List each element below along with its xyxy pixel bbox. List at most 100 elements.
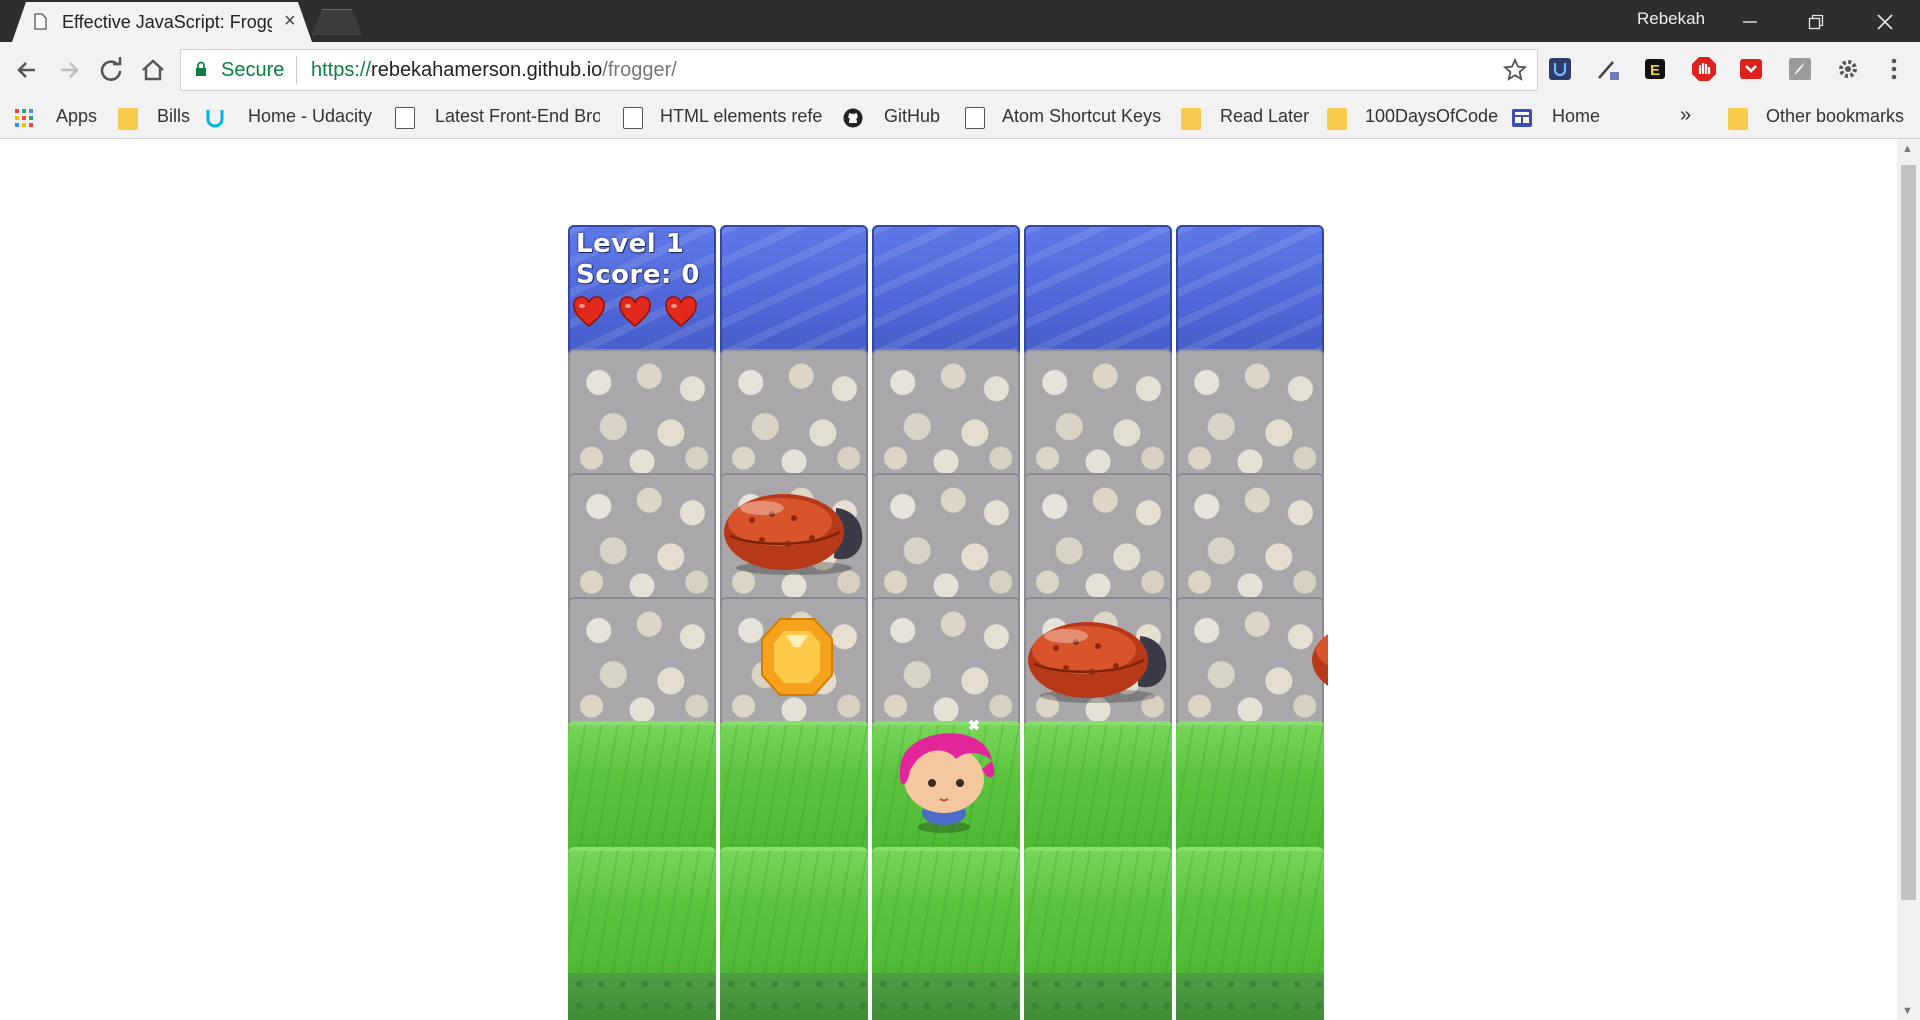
- address-bar[interactable]: Secure https://rebekahamerson.github.io/…: [180, 49, 1538, 91]
- udacity-icon: [206, 110, 224, 128]
- title-bar: Effective JavaScript: Frogger × Rebekah: [0, 0, 1920, 42]
- bookmark-html-elements[interactable]: HTML elements refe: [620, 106, 822, 130]
- bookmark-home-udacity[interactable]: Home - Udacity: [205, 106, 375, 130]
- github-icon: [843, 108, 863, 128]
- bookmark-apps[interactable]: Apps: [14, 106, 104, 130]
- game-canvas[interactable]: Level 1 Score: 0: [568, 225, 1328, 1020]
- stone-tile: [872, 473, 1020, 603]
- url-host: rebekahamerson.github.io: [371, 59, 603, 81]
- back-arrow-icon[interactable]: [11, 54, 43, 86]
- water-tile: [1176, 225, 1324, 355]
- bookmark-atom-shortcut-keys[interactable]: Atom Shortcut Keys: [962, 106, 1162, 130]
- url-scheme: https://: [311, 59, 372, 81]
- settings-gear-icon[interactable]: [1835, 56, 1861, 82]
- bookmark-100daysofcode[interactable]: 100DaysOfCode: [1325, 106, 1499, 130]
- grass-tile: [1176, 721, 1324, 851]
- more-bookmarks-chevron[interactable]: »: [1680, 104, 1691, 127]
- page-icon: [34, 13, 47, 30]
- evernote-extension-icon[interactable]: E: [1642, 56, 1668, 82]
- bookmark-label: Home: [1552, 106, 1601, 126]
- browser-toolbar: Secure https://rebekahamerson.github.io/…: [0, 42, 1920, 98]
- stone-tile: [568, 473, 716, 603]
- grass-base-tile: [1176, 973, 1324, 1020]
- orange-gem: [761, 618, 833, 696]
- page-icon: [965, 107, 985, 129]
- stone-tile: [720, 349, 868, 479]
- bookmark-latest-front-end[interactable]: Latest Front-End Bro: [392, 106, 600, 130]
- grass-tile: [568, 847, 716, 977]
- stone-tile: [568, 597, 716, 727]
- grass-tile: [720, 847, 868, 977]
- url-text[interactable]: https://rebekahamerson.github.io/frogger…: [311, 59, 677, 82]
- stone-tile: [568, 349, 716, 479]
- bookmark-label: Apps: [56, 106, 98, 126]
- restore-icon: [1808, 14, 1824, 30]
- bookmark-label: Home - Udacity: [248, 106, 373, 126]
- pocket-extension-icon[interactable]: [1738, 56, 1764, 82]
- grass-base-tile: [1024, 973, 1172, 1020]
- close-icon: [1877, 14, 1893, 30]
- stone-tile: [1024, 473, 1172, 603]
- pen-extension-icon[interactable]: [1595, 56, 1621, 82]
- heart-life-icon: [573, 296, 605, 327]
- url-path: /frogger/: [602, 59, 677, 81]
- stone-tile: [1176, 473, 1324, 603]
- reload-icon[interactable]: [95, 54, 127, 86]
- forward-arrow-icon[interactable]: [53, 54, 85, 86]
- page-icon: [395, 107, 415, 129]
- browser-tab[interactable]: Effective JavaScript: Frogger ×: [12, 2, 312, 42]
- scrollbar-thumb[interactable]: [1901, 165, 1916, 900]
- grass-tile: [1024, 847, 1172, 977]
- bookmark-read-later[interactable]: Read Later: [1179, 106, 1309, 130]
- enemy-bug: [1028, 622, 1167, 703]
- bookmark-label: HTML elements refe: [660, 106, 822, 126]
- game-hud: Level 1 Score: 0: [576, 229, 700, 291]
- page-icon: [623, 107, 643, 129]
- omnibox-divider: [296, 56, 297, 84]
- water-tile: [720, 225, 868, 355]
- stone-tile: [1176, 349, 1324, 479]
- bookmark-label: Read Later: [1220, 106, 1310, 126]
- scroll-up-icon[interactable]: ▲: [1902, 143, 1913, 155]
- heart-life-icon: [619, 296, 651, 327]
- enemy-bug: [1312, 634, 1328, 686]
- profile-name[interactable]: Rebekah: [1637, 9, 1705, 29]
- bookmark-home-trello[interactable]: Home: [1512, 106, 1602, 130]
- stone-tile: [1024, 349, 1172, 479]
- score-text: Score: 0: [576, 260, 700, 290]
- bookmark-label: Latest Front-End Bro: [435, 106, 600, 126]
- trello-icon: [1512, 109, 1532, 127]
- tab-title: Effective JavaScript: Frogger: [62, 12, 272, 32]
- restore-button[interactable]: [1786, 4, 1846, 38]
- folder-icon: [1181, 108, 1201, 130]
- grass-tile: [720, 721, 868, 851]
- close-window-button[interactable]: [1855, 4, 1915, 38]
- lock-icon: [196, 61, 206, 76]
- bookmark-github[interactable]: GitHub: [843, 106, 943, 130]
- bookmark-label: Atom Shortcut Keys: [1002, 106, 1162, 126]
- new-tab-button[interactable]: [312, 9, 362, 35]
- scroll-down-icon[interactable]: ▼: [1902, 1005, 1913, 1017]
- bookmark-label: 100DaysOfCode: [1365, 106, 1499, 126]
- bookmarks-bar: Apps Bills Home - Udacity Latest Front-E…: [0, 98, 1920, 139]
- grass-tile: [1176, 847, 1324, 977]
- udacity-extension-icon[interactable]: [1547, 56, 1573, 82]
- bookmark-star-icon[interactable]: [1503, 58, 1527, 82]
- bookmark-other-bookmarks[interactable]: Other bookmarks: [1726, 106, 1916, 130]
- page-scrollbar[interactable]: ▲ ▼: [1897, 139, 1920, 1020]
- player-character[interactable]: [886, 707, 1006, 837]
- stone-tile: [872, 349, 1020, 479]
- heart-life-icon: [665, 296, 697, 327]
- home-icon[interactable]: [137, 54, 169, 86]
- minimize-button[interactable]: [1720, 4, 1780, 38]
- enemy-bug: [724, 494, 863, 575]
- svg-text:E: E: [1650, 62, 1660, 79]
- adblock-extension-icon[interactable]: [1691, 56, 1717, 82]
- water-tile: [872, 225, 1020, 355]
- bookmark-bills[interactable]: Bills: [116, 106, 196, 130]
- chrome-menu-icon[interactable]: [1881, 56, 1907, 82]
- pdf-extension-icon[interactable]: [1787, 56, 1813, 82]
- tab-close-icon[interactable]: ×: [284, 10, 296, 33]
- folder-icon: [1327, 108, 1347, 130]
- minimize-icon: [1743, 21, 1757, 23]
